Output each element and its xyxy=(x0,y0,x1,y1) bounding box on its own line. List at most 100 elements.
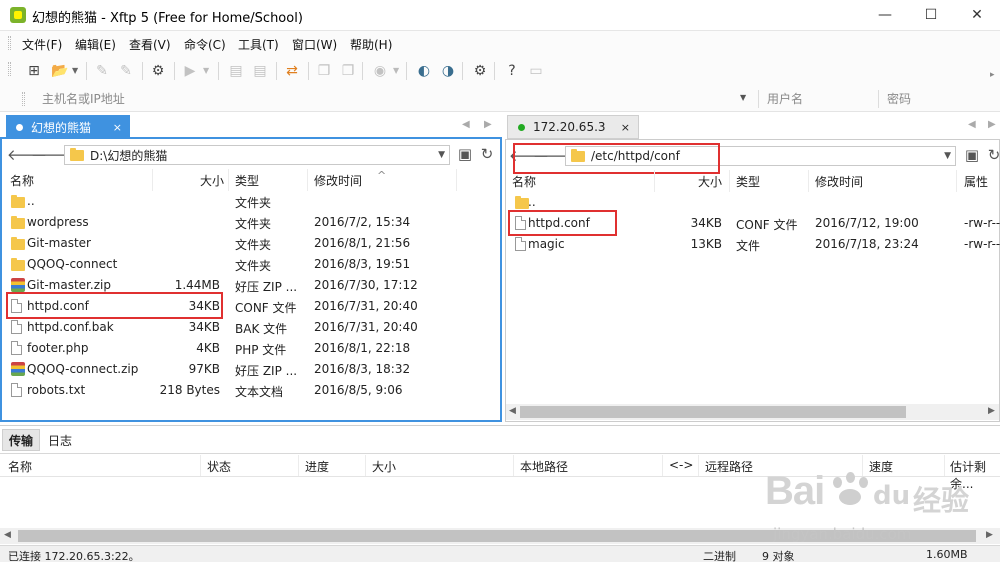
local-path-input[interactable]: D:\幻想的熊猫 ▼ xyxy=(64,145,450,165)
col-name[interactable]: 名称 xyxy=(10,172,34,189)
minimize-button[interactable]: — xyxy=(862,0,908,30)
col-transfer-status[interactable]: 状态 xyxy=(207,458,231,475)
col-transfer-local-path[interactable]: 本地路径 xyxy=(520,458,568,475)
column-divider[interactable] xyxy=(456,169,457,191)
xshell-icon[interactable]: ◐ xyxy=(414,61,434,81)
maximize-button[interactable]: ☐ xyxy=(908,0,954,30)
col-size[interactable]: 大小 xyxy=(698,173,722,190)
password-input[interactable]: 密码 xyxy=(887,90,911,107)
play-icon[interactable]: ▶ xyxy=(180,61,200,81)
col-size[interactable]: 大小 xyxy=(200,172,224,189)
tab-close-icon[interactable]: × xyxy=(621,121,630,134)
menu-file[interactable]: 文件(F) xyxy=(22,36,62,53)
tab-close-icon[interactable]: × xyxy=(113,121,122,134)
globe-dropdown-icon[interactable]: ▼ xyxy=(393,66,399,75)
column-divider[interactable] xyxy=(228,169,229,191)
column-divider[interactable] xyxy=(307,169,308,191)
forward-arrow-icon[interactable]: 🡒 xyxy=(31,143,71,165)
help-icon[interactable]: ? xyxy=(502,61,522,81)
new-session-icon[interactable]: ⊞ xyxy=(24,61,44,81)
col-name[interactable]: 名称 xyxy=(512,173,536,190)
col-transfer-remote-path[interactable]: 远程路径 xyxy=(705,458,753,475)
file-row[interactable]: Git-master 文件夹 2016/8/1, 21:56 xyxy=(2,233,500,254)
host-input[interactable]: 主机名或IP地址 xyxy=(42,90,125,107)
session-properties-icon[interactable]: ⚙ xyxy=(148,61,168,81)
tab-scroll-right-icon[interactable]: ▶ xyxy=(988,119,996,130)
refresh-icon[interactable]: ↻ xyxy=(476,143,498,165)
sync-transfer-icon[interactable]: ⇄ xyxy=(282,61,302,81)
file-row[interactable]: .. 文件夹 xyxy=(2,191,500,212)
scroll-left-icon[interactable]: ◀ xyxy=(4,530,11,540)
menu-edit[interactable]: 编辑(E) xyxy=(75,36,116,53)
column-divider[interactable] xyxy=(513,455,514,476)
connect-icon[interactable]: ✎ xyxy=(92,61,112,81)
remote-horizontal-scrollbar[interactable]: ◀ ▶ xyxy=(506,404,999,420)
col-attributes[interactable]: 属性 xyxy=(964,173,988,190)
close-window-button[interactable]: ✕ xyxy=(954,0,1000,30)
tab-local[interactable]: 幻想的熊猫 × xyxy=(6,115,130,139)
menu-tools[interactable]: 工具(T) xyxy=(238,36,279,53)
menu-grip[interactable] xyxy=(8,36,11,50)
new-folder-icon[interactable]: ▣ xyxy=(454,143,476,165)
chat-icon[interactable]: ▭ xyxy=(526,61,546,81)
col-modified[interactable]: 修改时间 xyxy=(815,173,863,190)
refresh-icon[interactable]: ↻ xyxy=(983,144,1000,166)
file-row[interactable]: footer.php 4KB PHP 文件 2016/8/1, 22:18 xyxy=(2,338,500,359)
tab-transfers[interactable]: 传输 xyxy=(2,429,41,451)
globe-icon[interactable]: ◉ xyxy=(370,61,390,81)
column-divider[interactable] xyxy=(365,455,366,476)
transfer-mode[interactable]: 二进制 xyxy=(703,548,736,562)
col-modified[interactable]: 修改时间 xyxy=(314,172,362,189)
toolbar-overflow-icon[interactable]: ▸ xyxy=(990,70,995,80)
scrollbar-thumb[interactable] xyxy=(520,406,906,418)
tab-scroll-left-icon[interactable]: ◀ xyxy=(462,119,470,130)
scroll-left-icon[interactable]: ◀ xyxy=(509,406,516,416)
toolbar-grip[interactable] xyxy=(8,62,11,76)
username-input[interactable]: 用户名 xyxy=(767,90,803,107)
file-row[interactable]: magic 13KB 文件 2016/7/18, 23:24 -rw-r-- xyxy=(506,234,1000,255)
file-row[interactable]: QQOQ-connect.zip 97KB 好压 ZIP ... 2016/8/3, … xyxy=(2,359,500,380)
column-divider[interactable] xyxy=(729,170,730,192)
file-row[interactable]: robots.txt 218 Bytes 文本文档 2016/8/5, 9:06 xyxy=(2,380,500,401)
xftp-new-icon[interactable]: ◑ xyxy=(438,61,458,81)
paste-icon[interactable]: ❐ xyxy=(338,61,358,81)
col-transfer-direction[interactable]: <-> xyxy=(669,458,693,472)
menu-view[interactable]: 查看(V) xyxy=(129,36,171,53)
column-divider[interactable] xyxy=(152,169,153,191)
column-divider[interactable] xyxy=(200,455,201,476)
col-type[interactable]: 类型 xyxy=(235,172,259,189)
column-divider[interactable] xyxy=(662,455,663,476)
scroll-right-icon[interactable]: ▶ xyxy=(988,406,995,416)
address-grip[interactable] xyxy=(22,92,25,106)
tab-scroll-right-icon[interactable]: ▶ xyxy=(484,119,492,130)
column-divider[interactable] xyxy=(698,455,699,476)
column-divider[interactable] xyxy=(956,170,957,192)
col-transfer-name[interactable]: 名称 xyxy=(8,458,32,475)
tab-log[interactable]: 日志 xyxy=(42,429,78,451)
disconnect-icon[interactable]: ✎ xyxy=(116,61,136,81)
path-dropdown-icon[interactable]: ▼ xyxy=(438,150,445,160)
column-divider[interactable] xyxy=(654,170,655,192)
menu-window[interactable]: 窗口(W) xyxy=(292,36,337,53)
file-row[interactable]: httpd.conf.bak 34KB BAK 文件 2016/7/31, 20:40 xyxy=(2,317,500,338)
menu-command[interactable]: 命令(C) xyxy=(184,36,226,53)
new-folder-icon[interactable]: ▣ xyxy=(961,144,983,166)
col-transfer-progress[interactable]: 进度 xyxy=(305,458,329,475)
col-type[interactable]: 类型 xyxy=(736,173,760,190)
play-dropdown-icon[interactable]: ▼ xyxy=(203,66,209,75)
path-dropdown-icon[interactable]: ▼ xyxy=(944,151,951,161)
file-row[interactable]: QQOQ-connect 文件夹 2016/8/3, 19:51 xyxy=(2,254,500,275)
copy-icon[interactable]: ❐ xyxy=(314,61,334,81)
column-divider[interactable] xyxy=(808,170,809,192)
upload-icon[interactable]: ▤ xyxy=(226,61,246,81)
download-icon[interactable]: ▤ xyxy=(250,61,270,81)
tab-remote[interactable]: 172.20.65.3 × xyxy=(507,115,639,139)
tab-scroll-left-icon[interactable]: ◀ xyxy=(968,119,976,130)
settings-gear-icon[interactable]: ⚙ xyxy=(470,61,490,81)
open-dropdown-icon[interactable]: ▼ xyxy=(72,66,78,75)
col-transfer-size[interactable]: 大小 xyxy=(372,458,396,475)
open-folder-icon[interactable]: 📂 xyxy=(50,61,70,81)
file-row[interactable]: wordpress 文件夹 2016/7/2, 15:34 xyxy=(2,212,500,233)
column-divider[interactable] xyxy=(298,455,299,476)
menu-help[interactable]: 帮助(H) xyxy=(350,36,392,53)
